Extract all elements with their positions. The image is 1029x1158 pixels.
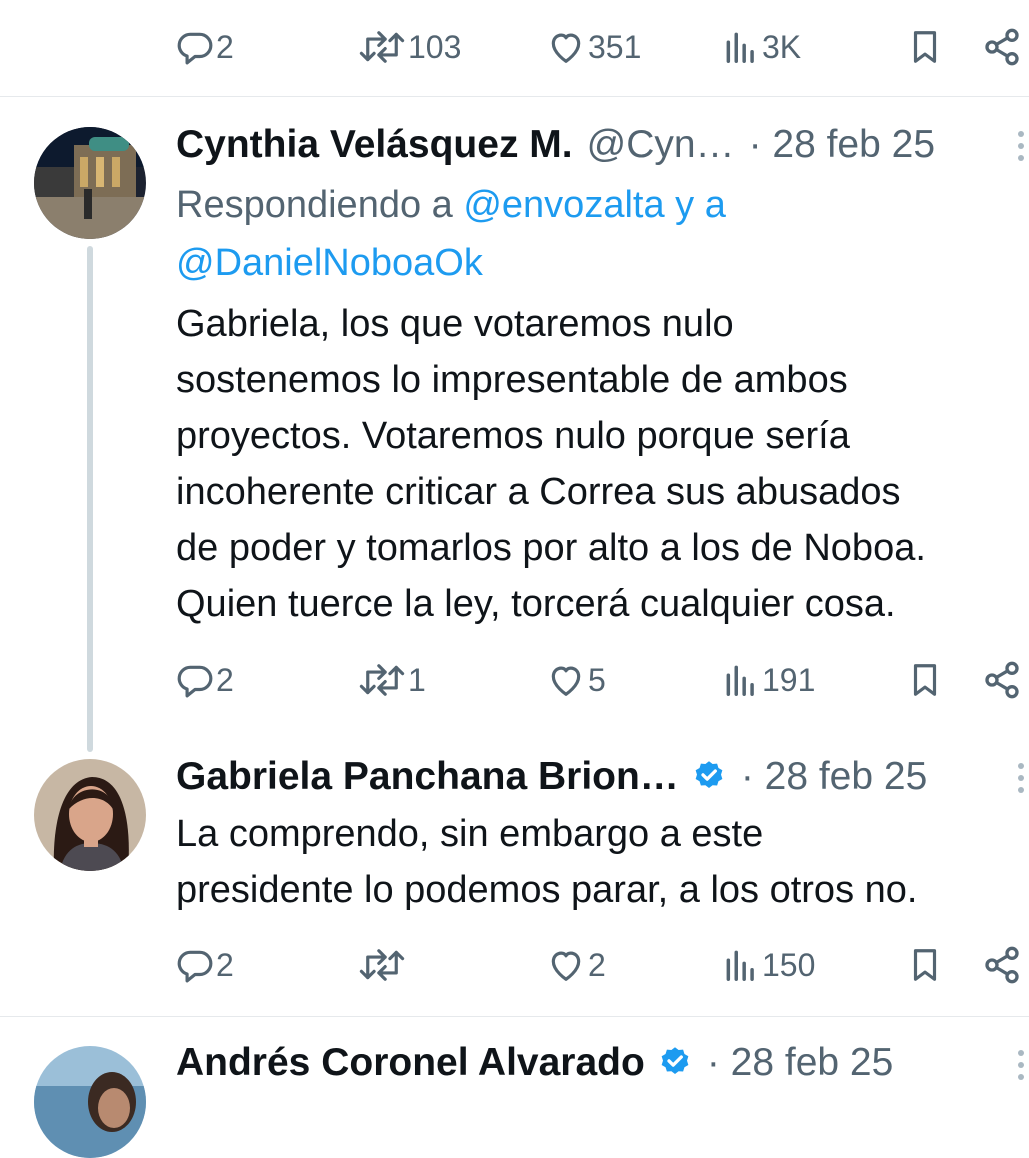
bookmark-button[interactable] — [906, 940, 944, 990]
reply-count: 2 — [216, 946, 234, 983]
share-icon — [985, 28, 1019, 66]
tweet-text-line: La comprendo, sin embargo a este — [176, 813, 764, 855]
replying-to-joiner: y a — [664, 184, 726, 226]
more-icon — [1018, 763, 1024, 769]
tweet-text-line: Quien tuerce la ley, torcerá cualquier c… — [176, 583, 896, 625]
reply-button[interactable]: 2 — [176, 655, 234, 705]
tweet-header: Cynthia Velásquez M. @Cyn… · 28 feb 25 — [176, 120, 935, 170]
more-button[interactable] — [1016, 1046, 1026, 1086]
avatar-photo — [34, 759, 146, 871]
reply-icon — [177, 32, 213, 65]
mention-link-envozalta[interactable]: @envozalta — [463, 184, 664, 226]
like-count: 5 — [588, 661, 606, 698]
bookmark-icon — [913, 949, 937, 981]
author-handle[interactable]: @Cyn… — [587, 123, 735, 167]
more-icon-dot — [1018, 1062, 1024, 1068]
avatar-gabriela[interactable] — [34, 759, 146, 871]
verified-badge-icon — [657, 1045, 693, 1081]
bookmark-icon — [913, 31, 937, 63]
more-button[interactable] — [1016, 127, 1026, 167]
like-count: 2 — [588, 946, 606, 983]
more-button[interactable] — [1016, 759, 1026, 799]
share-icon — [985, 946, 1019, 984]
repost-icon — [359, 31, 405, 63]
views-icon — [726, 665, 754, 696]
like-icon — [551, 33, 581, 63]
repost-icon — [359, 664, 405, 696]
author-name[interactable]: Cynthia Velásquez M. — [176, 123, 573, 167]
views-button[interactable]: 150 — [722, 940, 815, 990]
replying-to: Respondiendo a @envozalta y a @DanielNob… — [176, 176, 1016, 292]
repost-count: 103 — [408, 28, 462, 65]
tweet-action-bar: 2 2 150 — [0, 940, 1029, 990]
more-icon — [1018, 1050, 1024, 1056]
tweet-text-line: de poder y tomarlos por alto a los de No… — [176, 527, 926, 569]
views-button[interactable]: 191 — [722, 655, 815, 705]
bookmark-button[interactable] — [906, 22, 944, 72]
tweet-text-line: presidente lo podemos parar, a los otros… — [176, 869, 918, 911]
like-icon — [551, 951, 581, 981]
divider — [0, 1016, 1029, 1017]
replying-to-label: Respondiendo a — [176, 184, 464, 226]
tweet-date[interactable]: · 28 feb 25 — [707, 1041, 893, 1085]
bookmark-button[interactable] — [906, 655, 944, 705]
share-button[interactable] — [982, 655, 1022, 705]
avatar-photo — [34, 1046, 146, 1158]
verified-badge-icon — [691, 759, 727, 795]
reply-icon — [177, 950, 213, 983]
tweet-action-bar: 2 1 5 191 — [0, 655, 1029, 705]
more-icon-dot — [1018, 1074, 1024, 1080]
like-button[interactable]: 351 — [546, 22, 641, 72]
more-icon-dot — [1018, 143, 1024, 149]
views-count: 191 — [762, 661, 816, 698]
reply-count: 2 — [216, 28, 234, 65]
avatar-photo — [34, 127, 146, 239]
repost-count: 1 — [408, 661, 426, 698]
tweet-text-line: Gabriela, los que votaremos nulo — [176, 303, 734, 345]
repost-button[interactable]: 1 — [358, 655, 426, 705]
avatar-cynthia[interactable] — [34, 127, 146, 239]
views-count: 3K — [762, 28, 802, 65]
repost-icon — [359, 949, 405, 981]
like-button[interactable]: 2 — [546, 940, 606, 990]
like-icon — [551, 666, 581, 696]
more-icon — [1018, 131, 1024, 137]
author-name[interactable]: Andrés Coronel Alvarado — [176, 1041, 645, 1085]
repost-button[interactable] — [358, 940, 408, 990]
bookmark-icon — [913, 664, 937, 696]
tweet-text-line: proyectos. Votaremos nulo porque sería — [176, 415, 850, 457]
tweet-date[interactable]: · 28 feb 25 — [741, 755, 927, 799]
reply-icon — [177, 665, 213, 698]
divider — [0, 96, 1029, 97]
tweet-header: Andrés Coronel Alvarado · 28 feb 25 — [176, 1038, 893, 1088]
reply-button[interactable]: 2 — [176, 940, 234, 990]
views-button[interactable]: 3K — [722, 22, 801, 72]
tweet-text-line: incoherente criticar a Correa sus abusad… — [176, 471, 901, 513]
reply-count: 2 — [216, 661, 234, 698]
tweet-header: Gabriela Panchana Brion… · 28 feb 25 — [176, 752, 927, 802]
more-icon-dot — [1018, 787, 1024, 793]
like-count: 351 — [588, 28, 642, 65]
repost-button[interactable]: 103 — [358, 22, 461, 72]
share-button[interactable] — [982, 940, 1022, 990]
views-icon — [726, 32, 754, 63]
share-button[interactable] — [982, 22, 1022, 72]
views-count: 150 — [762, 946, 816, 983]
tweet-text: Gabriela, los que votaremos nulo sostene… — [176, 296, 1026, 632]
tweet-date[interactable]: · 28 feb 25 — [749, 123, 935, 167]
more-icon-dot — [1018, 775, 1024, 781]
avatar-andres[interactable] — [34, 1046, 146, 1158]
share-icon — [985, 661, 1019, 699]
mention-link-danielnoboaok[interactable]: @DanielNoboaOk — [176, 242, 483, 284]
reply-button[interactable]: 2 — [176, 22, 234, 72]
views-icon — [726, 950, 754, 981]
tweet-text-line: sostenemos lo impresentable de ambos — [176, 359, 848, 401]
author-name[interactable]: Gabriela Panchana Brion… — [176, 755, 679, 799]
top-action-bar: 2 103 351 3K — [0, 22, 1029, 72]
more-icon-dot — [1018, 155, 1024, 161]
tweet-text: La comprendo, sin embargo a este preside… — [176, 806, 1026, 918]
like-button[interactable]: 5 — [546, 655, 606, 705]
